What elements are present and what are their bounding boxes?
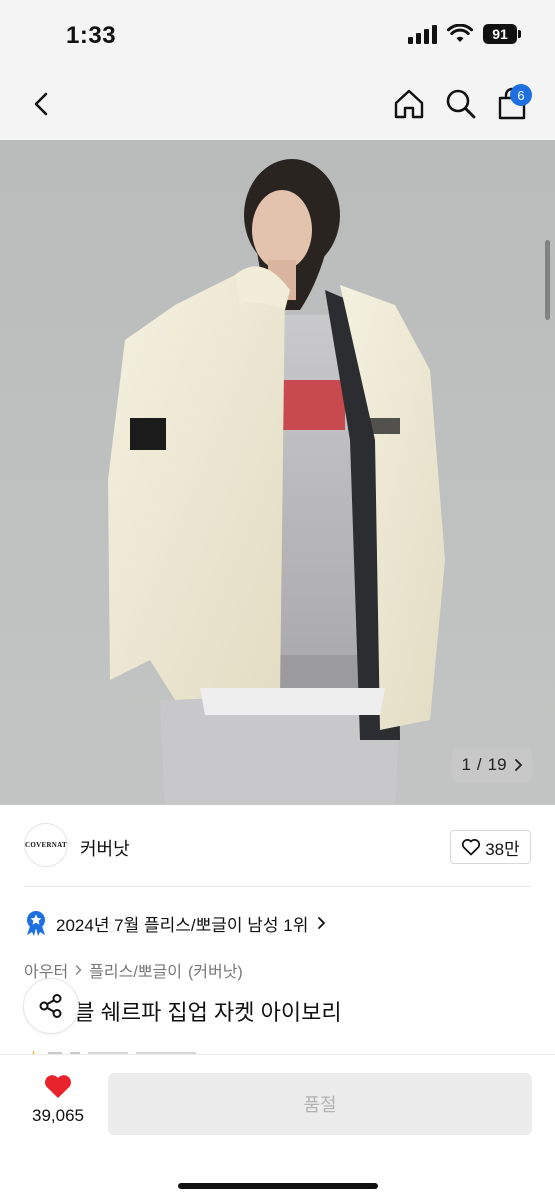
status-icons: 91 bbox=[408, 24, 521, 44]
heart-filled-icon bbox=[45, 1075, 71, 1098]
chevron-right-icon bbox=[318, 917, 326, 929]
brand-logo[interactable]: COVERNAT bbox=[24, 823, 68, 867]
share-icon bbox=[39, 994, 62, 1018]
heart-outline-icon bbox=[462, 839, 481, 856]
battery-icon: 91 bbox=[483, 24, 521, 44]
cart-count-badge: 6 bbox=[510, 84, 532, 106]
divider bbox=[24, 886, 531, 887]
brand-like-count: 38만 bbox=[485, 839, 520, 859]
back-chevron-icon[interactable] bbox=[24, 86, 60, 122]
product-photo bbox=[0, 140, 555, 805]
product-image-gallery[interactable]: 1 / 19 bbox=[0, 140, 555, 805]
home-icon[interactable] bbox=[391, 86, 427, 122]
bottom-bar: 39,065 품절 bbox=[0, 1054, 555, 1200]
image-current: 1 bbox=[461, 755, 471, 774]
product-title: 시블 쉐르파 집업 자켓 아이보리 bbox=[54, 1000, 342, 1025]
image-total: 19 bbox=[487, 755, 507, 774]
share-button[interactable] bbox=[23, 978, 79, 1034]
cellular-signal-icon bbox=[408, 24, 437, 44]
scroll-indicator[interactable] bbox=[545, 240, 550, 320]
search-icon[interactable] bbox=[443, 86, 479, 122]
soldout-button[interactable]: 품절 bbox=[108, 1073, 532, 1135]
status-bar: 1:33 91 bbox=[0, 0, 555, 70]
ranking-link[interactable]: 2024년 7월 플리스/뽀글이 남성 1위 bbox=[24, 910, 326, 936]
image-separator: / bbox=[476, 755, 482, 774]
ranking-badge-icon bbox=[27, 911, 45, 936]
home-indicator bbox=[178, 1183, 378, 1189]
chevron-right-icon bbox=[514, 759, 522, 771]
brand-row[interactable]: COVERNAT 커버낫 38만 bbox=[0, 805, 555, 887]
status-time: 1:33 bbox=[66, 22, 117, 49]
brand-like-button[interactable]: 38만 bbox=[450, 830, 531, 864]
wishlist-count: 39,065 bbox=[32, 1106, 84, 1125]
wishlist-button[interactable]: 39,065 bbox=[20, 1073, 96, 1137]
breadcrumb-brand: (커버낫) bbox=[187, 964, 243, 981]
ranking-text: 2024년 7월 플리스/뽀글이 남성 1위 bbox=[56, 915, 309, 935]
chevron-right-icon bbox=[75, 965, 82, 975]
image-counter[interactable]: 1 / 19 bbox=[452, 748, 532, 782]
nav-bar: 6 bbox=[0, 70, 555, 140]
brand-name[interactable]: 커버낫 bbox=[80, 835, 130, 861]
wifi-icon bbox=[447, 24, 473, 42]
breadcrumb-fleece[interactable]: 플리스/뽀글이 bbox=[89, 958, 182, 982]
brand-logo-text: COVERNAT bbox=[25, 841, 67, 849]
